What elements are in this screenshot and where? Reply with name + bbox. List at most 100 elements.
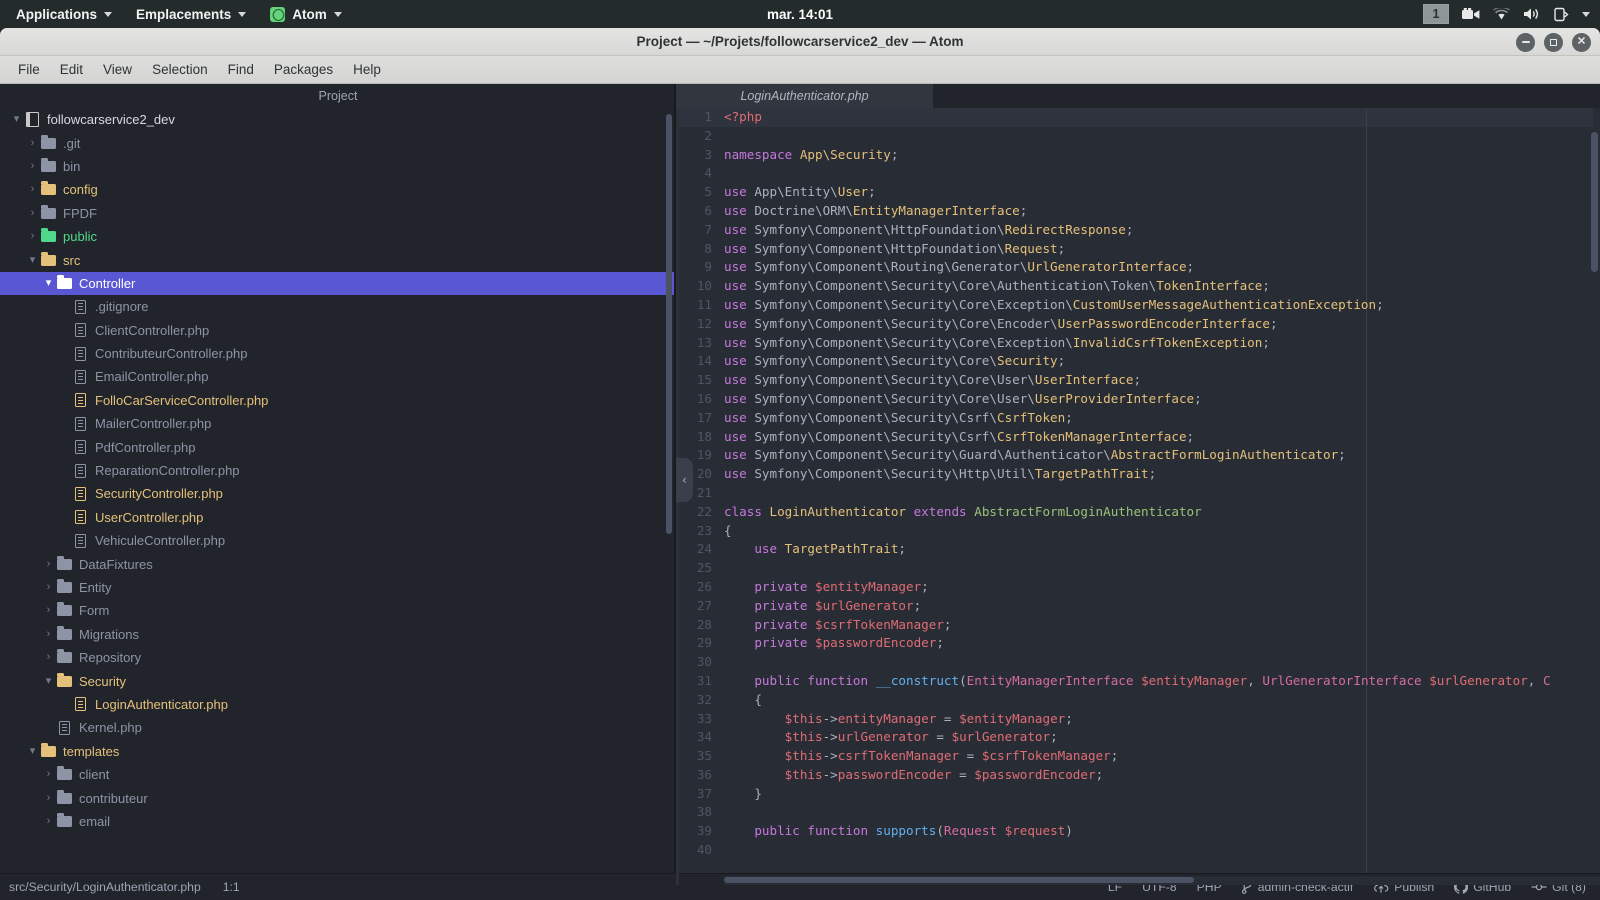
tree-item-clientcontroller-php[interactable]: ›ClientController.php	[0, 319, 676, 342]
line-content: $this->passwordEncoder = $passwordEncode…	[724, 766, 1104, 785]
tree-item-label: bin	[63, 158, 81, 174]
battery-icon[interactable]	[1554, 7, 1569, 22]
tree-item--gitignore[interactable]: ›.gitignore	[0, 295, 676, 318]
chevron-down-icon[interactable]: ▾	[10, 114, 23, 125]
tree-item-repository[interactable]: › Repository	[0, 646, 676, 669]
panel-menu-atom[interactable]: Atom	[258, 0, 354, 28]
wifi-icon[interactable]	[1493, 7, 1510, 21]
chevron-right-icon[interactable]: ›	[26, 207, 39, 219]
line-number: 40	[696, 842, 712, 858]
folder-icon	[57, 789, 72, 804]
tree-item-client[interactable]: › client	[0, 763, 676, 786]
code-token: ;	[1110, 748, 1119, 764]
tree-item-securitycontroller-php[interactable]: ›SecurityController.php	[0, 482, 676, 505]
line-number: 8	[704, 240, 712, 256]
tree-item-emailcontroller-php[interactable]: ›EmailController.php	[0, 365, 676, 388]
panel-menu-emplacements[interactable]: Emplacements	[124, 0, 258, 28]
line-number: 36	[696, 766, 712, 782]
code-editor[interactable]: 1 <?php 2 3 namespace App\Security; 4 5 use App…	[676, 108, 1600, 885]
tree-view-list[interactable]: ▾ followcarservice2_dev › .git › bin › config › F…	[0, 108, 676, 885]
tree-item-templates[interactable]: ▾ templates	[0, 740, 676, 763]
chevron-right-icon[interactable]: ›	[42, 605, 55, 616]
maximize-button[interactable]	[1544, 32, 1563, 52]
tree-item-kernel-php[interactable]: ›Kernel.php	[0, 716, 676, 739]
tree-item-datafixtures[interactable]: › DataFixtures	[0, 552, 676, 575]
code-token: $this	[724, 729, 823, 745]
tree-item-contributeur[interactable]: › contributeur	[0, 786, 676, 809]
tree-item-follocarservicecontroller-php[interactable]: ›FolloCarServiceController.php	[0, 389, 676, 412]
tree-view-scrollbar[interactable]	[666, 114, 672, 534]
tree-item-public[interactable]: › public	[0, 225, 676, 248]
tree-item-reparationcontroller-php[interactable]: ›ReparationController.php	[0, 459, 676, 482]
code-token: ;	[868, 184, 876, 200]
editor-vertical-scrollbar[interactable]	[1591, 132, 1598, 272]
menu-view[interactable]: View	[93, 59, 142, 80]
tree-item-bin[interactable]: › bin	[0, 155, 676, 178]
panel-menu-applications[interactable]: Applications	[4, 0, 124, 28]
tree-item-src[interactable]: ▾ src	[0, 248, 676, 271]
tree-item-form[interactable]: › Form	[0, 599, 676, 622]
menu-edit[interactable]: Edit	[50, 59, 93, 80]
chevron-right-icon[interactable]: ›	[42, 652, 55, 663]
tree-item-config[interactable]: › config	[0, 178, 676, 201]
chevron-down-icon[interactable]: ▾	[26, 745, 39, 757]
chevron-right-icon[interactable]: ›	[42, 769, 55, 780]
file-icon	[75, 393, 86, 408]
tree-item--git[interactable]: › .git	[0, 131, 676, 154]
line-content: private $csrfTokenManager;	[724, 616, 951, 635]
tree-item-controller[interactable]: ▾ Controller	[0, 271, 676, 296]
menu-help[interactable]: Help	[343, 59, 391, 80]
chevron-down-icon[interactable]: ▾	[42, 277, 55, 289]
tree-item-label: src	[63, 252, 81, 268]
tree-item-contributeurcontroller-php[interactable]: ›ContributeurController.php	[0, 342, 676, 365]
chevron-right-icon[interactable]: ›	[42, 792, 55, 804]
code-token: =	[959, 748, 982, 764]
tree-item-followcarservice2-dev[interactable]: ▾ followcarservice2_dev	[0, 108, 676, 131]
file-icon	[75, 463, 86, 478]
status-cursor-position[interactable]: 1:1	[223, 880, 240, 894]
chevron-down-icon[interactable]: ▾	[26, 254, 39, 266]
tree-item-usercontroller-php[interactable]: ›UserController.php	[0, 506, 676, 529]
chevron-right-icon[interactable]: ›	[26, 184, 39, 195]
menu-file[interactable]: File	[8, 59, 50, 80]
editor-pane: LoginAuthenticator.php 1 <?php 2 3 namespace…	[676, 84, 1600, 885]
volume-icon[interactable]	[1523, 7, 1541, 21]
tree-item-mailercontroller-php[interactable]: ›MailerController.php	[0, 412, 676, 435]
line-number: 1	[704, 109, 712, 124]
menu-packages[interactable]: Packages	[264, 59, 343, 80]
minimize-button[interactable]	[1516, 32, 1535, 52]
tree-item-fpdf[interactable]: › FPDF	[0, 202, 676, 225]
tree-item-label: email	[79, 813, 111, 829]
tree-item-label: contributeur	[79, 790, 148, 806]
chevron-right-icon[interactable]: ›	[42, 628, 55, 640]
tree-item-email[interactable]: › email	[0, 810, 676, 833]
chevron-right-icon[interactable]: ›	[42, 582, 55, 593]
tree-item-loginauthenticator-php[interactable]: ›LoginAuthenticator.php	[0, 693, 676, 716]
line-number: 28	[696, 616, 712, 632]
chevron-right-icon[interactable]: ›	[42, 815, 55, 827]
chevron-down-icon[interactable]: ▾	[42, 675, 55, 687]
status-file-path[interactable]: src/Security/LoginAuthenticator.php	[9, 880, 201, 894]
chevron-right-icon[interactable]: ›	[26, 160, 39, 172]
workspace-indicator[interactable]: 1	[1423, 4, 1449, 24]
tree-item-pdfcontroller-php[interactable]: ›PdfController.php	[0, 435, 676, 458]
file-icon	[59, 720, 70, 735]
chevron-right-icon[interactable]: ›	[42, 558, 55, 570]
chevron-right-icon[interactable]: ›	[26, 137, 39, 149]
tree-item-migrations[interactable]: › Migrations	[0, 623, 676, 646]
menu-find[interactable]: Find	[218, 59, 264, 80]
tree-item-vehiculecontroller-php[interactable]: ›VehiculeController.php	[0, 529, 676, 552]
panel-collapse-button[interactable]: ‹	[676, 458, 693, 502]
screencast-icon[interactable]	[1462, 7, 1480, 21]
editor-horizontal-scrollbar-track[interactable]	[724, 876, 1600, 885]
menu-selection[interactable]: Selection	[142, 59, 218, 80]
folder-icon	[41, 251, 56, 266]
editor-horizontal-scrollbar[interactable]	[724, 877, 1194, 883]
tree-item-entity[interactable]: › Entity	[0, 576, 676, 599]
system-menu-caret-icon[interactable]	[1582, 11, 1590, 17]
code-token: ;	[913, 597, 922, 613]
chevron-right-icon[interactable]: ›	[26, 231, 39, 242]
tree-item-security[interactable]: ▾ Security	[0, 669, 676, 692]
tab-loginauthenticator[interactable]: LoginAuthenticator.php	[676, 84, 934, 108]
close-button[interactable]: ✕	[1572, 32, 1591, 52]
